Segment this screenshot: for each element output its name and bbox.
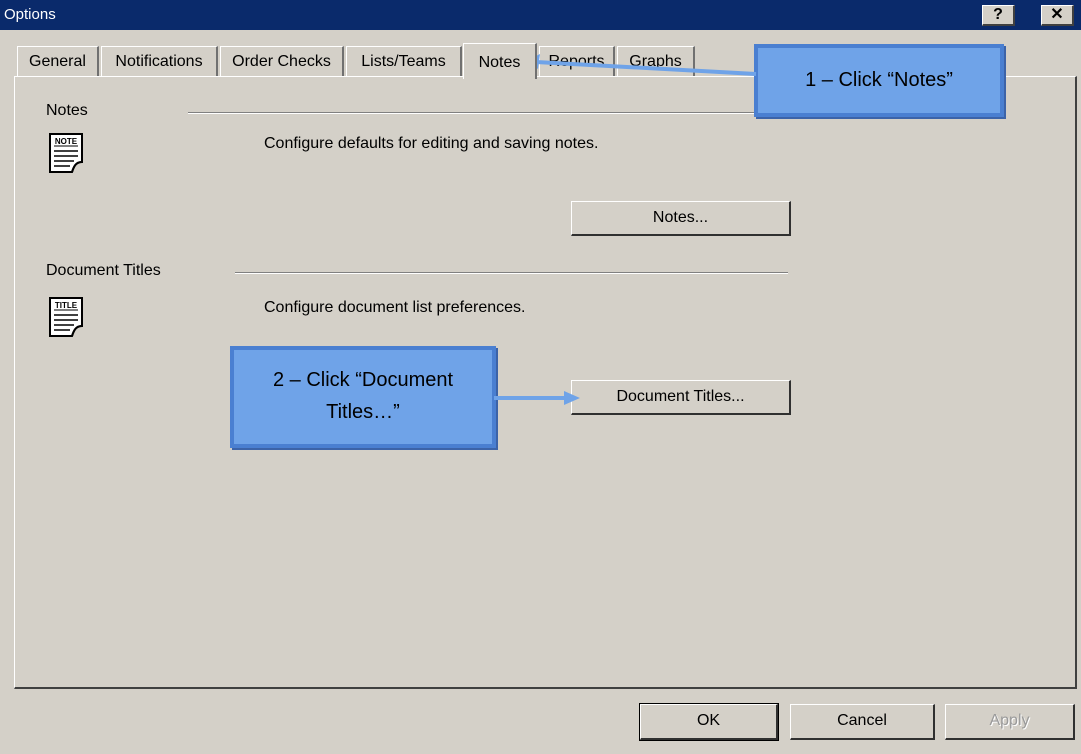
tab-notifications[interactable]: Notifications	[101, 46, 218, 77]
document-titles-description: Configure document list preferences.	[264, 299, 526, 316]
title-bar: Options ? ✕	[0, 0, 1081, 30]
step2-callout-line2: Titles…”	[326, 401, 400, 423]
close-button[interactable]: ✕	[1041, 5, 1074, 26]
notes-button[interactable]: Notes...	[571, 201, 791, 236]
cancel-button[interactable]: Cancel	[790, 704, 935, 740]
help-button[interactable]: ?	[982, 5, 1015, 26]
note-document-icon: NOTE	[49, 133, 83, 173]
tab-order-checks[interactable]: Order Checks	[220, 46, 344, 77]
tab-general[interactable]: General	[17, 46, 99, 77]
document-titles-divider	[235, 272, 788, 274]
tab-lists-teams[interactable]: Lists/Teams	[346, 46, 462, 77]
note-icon-text: NOTE	[55, 137, 78, 146]
tab-panel	[14, 76, 1077, 689]
window-title: Options	[4, 6, 56, 23]
apply-button[interactable]: Apply	[945, 704, 1075, 740]
notes-section-label: Notes	[46, 102, 88, 119]
step1-callout: 1 – Click “Notes”	[754, 44, 1004, 117]
notes-description: Configure defaults for editing and savin…	[264, 135, 599, 152]
step1-arrow	[526, 54, 757, 76]
step2-callout-line1: 2 – Click “Document	[272, 369, 454, 391]
document-titles-section-label: Document Titles	[46, 262, 161, 279]
document-titles-button[interactable]: Document Titles...	[571, 380, 791, 415]
step2-callout: 2 – Click “Document Titles…”	[230, 346, 496, 448]
title-document-icon: TITLE	[49, 297, 83, 337]
notes-divider	[188, 112, 788, 114]
title-icon-text: TITLE	[55, 301, 78, 310]
ok-button[interactable]: OK	[639, 703, 779, 741]
tab-notes[interactable]: Notes	[463, 43, 537, 79]
step2-arrow	[494, 391, 580, 405]
